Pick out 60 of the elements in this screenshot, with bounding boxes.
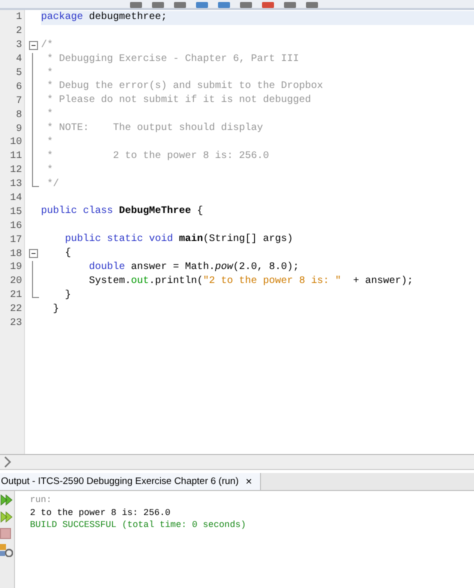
line-number: 21 <box>8 290 23 302</box>
fold-toggle-icon[interactable] <box>28 38 38 53</box>
toolbar-icon[interactable] <box>196 2 208 8</box>
code-line: * <box>46 108 54 122</box>
line-number: 9 <box>14 124 23 135</box>
line-number: 23 <box>8 318 23 330</box>
code-line: * <box>46 66 54 80</box>
code-line: } <box>64 288 72 303</box>
line-number: 4 <box>14 54 23 66</box>
toolbar-icon[interactable] <box>306 2 318 8</box>
code-line: public static void main(String[] args) <box>64 233 294 248</box>
code-line: */ <box>46 178 60 192</box>
line-number: 18 <box>8 248 23 260</box>
code-line: * Debug the error(s) and submit to the Dropbox <box>46 80 324 94</box>
output-line: BUILD SUCCESSFUL (total time: 0 seconds) <box>30 519 246 532</box>
code-line: * Please do not submit if it is not debugged <box>46 94 312 108</box>
line-number: 5 <box>14 68 23 79</box>
toolbar-icon[interactable] <box>174 2 186 8</box>
output-line: 2 to the power 8 is: 256.0 <box>30 506 172 519</box>
close-icon[interactable]: × <box>246 476 252 488</box>
line-number: 17 <box>8 234 23 246</box>
chevron-right-icon[interactable] <box>4 456 12 468</box>
toolbar-icon[interactable] <box>284 2 296 8</box>
line-number: 7 <box>14 96 23 107</box>
code-line: double answer = Math.pow(2.0, 8.0); <box>88 261 300 275</box>
line-number: 8 <box>14 110 23 121</box>
stop-icon[interactable] <box>0 528 11 539</box>
code-line: * NOTE: The output should display <box>46 122 264 136</box>
code-line: * 2 to the power 8 is: 256.0 <box>46 150 270 164</box>
rerun-icon[interactable] <box>0 494 14 506</box>
line-number: 6 <box>14 82 23 93</box>
output-line: run: <box>30 494 53 506</box>
line-number: 11 <box>8 151 23 162</box>
code-line: * <box>46 136 54 150</box>
line-number: 14 <box>8 193 23 204</box>
line-number: 1 <box>14 12 23 24</box>
toolbar-icon[interactable] <box>262 2 274 8</box>
code-line: { <box>64 247 72 262</box>
rerun-icon[interactable] <box>0 511 14 523</box>
line-number: 15 <box>8 206 23 218</box>
toolbar-icon[interactable] <box>240 2 252 8</box>
line-number: 19 <box>8 262 23 274</box>
code-line: public class DebugMeThree { <box>41 205 204 220</box>
line-number: 22 <box>8 304 23 316</box>
toolbar-icon[interactable] <box>152 2 164 8</box>
line-number: 3 <box>14 40 23 52</box>
code-line: /* <box>41 38 54 53</box>
line-number: 13 <box>8 179 23 190</box>
code-line: System.out.println("2 to the power 8 is: " + answer); <box>88 274 414 289</box>
line-number: 20 <box>8 276 23 288</box>
code-line: * Debugging Exercise - Chapter 6, Part III <box>46 52 300 67</box>
output-tab[interactable]: Output - ITCS-2590 Debugging Exercise Chapter 6 (run) × <box>0 473 262 490</box>
toolbar-icon[interactable] <box>218 2 230 8</box>
line-number: 10 <box>8 137 23 148</box>
toolbar-icon[interactable] <box>130 2 142 8</box>
code-line: } <box>52 302 60 317</box>
code-line: * <box>46 164 54 178</box>
line-number: 12 <box>8 165 23 176</box>
line-number: 2 <box>14 26 23 38</box>
line-number: 16 <box>8 220 23 232</box>
